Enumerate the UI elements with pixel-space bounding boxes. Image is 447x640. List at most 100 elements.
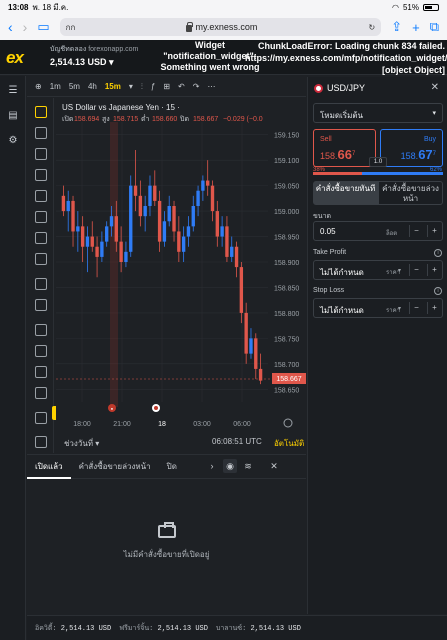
sell-label: Sell xyxy=(320,136,332,143)
volume-field[interactable]: 0.05 ล็อต − + xyxy=(313,221,443,241)
layout-icon[interactable]: ⊞ xyxy=(163,82,170,91)
emoji-icon[interactable] xyxy=(35,253,47,265)
eye-icon[interactable] xyxy=(35,387,47,399)
info-icon[interactable]: i xyxy=(434,287,442,295)
forward-icon[interactable]: › xyxy=(23,19,28,35)
utc-clock[interactable]: 06:08:51 UTC xyxy=(212,437,262,446)
prediction-icon[interactable] xyxy=(35,190,47,202)
settings-icon[interactable]: ⚙ xyxy=(8,136,18,146)
x-tick-label: 18 xyxy=(158,421,166,428)
trash-icon[interactable] xyxy=(35,412,47,424)
brush-icon[interactable] xyxy=(35,211,47,223)
chevron-down-icon[interactable]: ▾ xyxy=(398,305,401,312)
sl-plus-button[interactable]: + xyxy=(427,302,441,314)
trend-line-icon[interactable] xyxy=(35,127,47,139)
balance-label: บาลานซ์: xyxy=(215,624,247,633)
hide-drawings-icon[interactable] xyxy=(35,366,47,378)
mode-select[interactable]: โหมดเริ่มต้น ▾ xyxy=(313,103,443,123)
free-margin: ฟรีมาร์จิ้น: 2,514.13 USD xyxy=(119,623,208,634)
tabs-icon[interactable]: ⧉ xyxy=(430,19,439,35)
undo-icon[interactable]: ↶ xyxy=(178,82,185,91)
fib-icon[interactable] xyxy=(35,148,47,160)
buy-button[interactable]: Buy 158.677 xyxy=(380,129,443,167)
candle-body xyxy=(186,226,191,237)
back-icon[interactable]: ‹ xyxy=(8,19,13,35)
reader-aa[interactable]: กก xyxy=(66,21,76,34)
tab-closed[interactable]: ปิด xyxy=(159,455,185,479)
indicators-icon[interactable]: ƒ xyxy=(151,82,155,91)
chevron-down-icon[interactable]: ▾ xyxy=(129,82,133,91)
more-icon[interactable]: ⋯ xyxy=(207,82,215,91)
candle-body xyxy=(153,185,157,201)
x-tick-label: 06:00 xyxy=(233,421,251,428)
tp-plus-button[interactable]: + xyxy=(427,264,441,276)
chevron-down-icon[interactable]: ▾ xyxy=(398,267,401,274)
lock-draw-icon[interactable] xyxy=(35,345,47,357)
close-panel-icon[interactable]: ✕ xyxy=(267,459,281,473)
tab-open[interactable]: เปิดแล้ว xyxy=(27,455,71,479)
add-indicator-icon[interactable]: ⊕ xyxy=(35,82,42,91)
exness-logo[interactable]: ex xyxy=(6,48,24,68)
layers-icon[interactable]: ≋ xyxy=(241,459,255,473)
tf-5m[interactable]: 5m xyxy=(69,82,80,91)
sell-button[interactable]: Sell 158.667 xyxy=(313,129,376,167)
candle-body xyxy=(167,206,171,222)
take-profit-field[interactable]: ไม่ได้กำหนด ราคา ▾ − + xyxy=(313,260,443,280)
buy-label: Buy xyxy=(423,136,436,143)
flag-icon xyxy=(314,83,323,93)
close-icon[interactable]: ✕ xyxy=(431,82,439,93)
redo-icon[interactable]: ↷ xyxy=(193,82,200,91)
collapse-icon[interactable] xyxy=(35,436,47,448)
ruler-icon[interactable] xyxy=(35,278,47,290)
candles-icon[interactable]: ⫶ xyxy=(141,82,143,92)
chevron-right-icon[interactable]: › xyxy=(205,459,219,473)
wallet-icon[interactable]: ▤ xyxy=(8,111,18,121)
account-info[interactable]: บัญชีทดลอง forexonapp.com xyxy=(50,44,138,55)
sl-minus-button[interactable]: − xyxy=(409,302,423,314)
tp-value[interactable]: ไม่ได้กำหนด xyxy=(320,266,364,279)
new-tab-icon[interactable]: + xyxy=(412,20,420,35)
sl-value[interactable]: ไม่ได้กำหนด xyxy=(320,304,364,317)
tf-4h[interactable]: 4h xyxy=(88,82,97,91)
info-icon[interactable]: i xyxy=(434,249,442,257)
candle-body xyxy=(239,267,244,313)
y-tick-label: 159.100 xyxy=(274,158,299,165)
ohlc-low-value: 158.660 xyxy=(152,116,177,123)
volume-value[interactable]: 0.05 xyxy=(320,227,336,236)
ios-status-bar: 13:08 พ. 18 มี.ค. ◠ 51% xyxy=(0,0,447,14)
volume-minus-button[interactable]: − xyxy=(409,225,423,237)
account-balance[interactable]: 2,514.13 USD ▾ xyxy=(50,57,114,68)
last-price-text: 158.667 xyxy=(276,376,301,383)
crosshair-icon[interactable] xyxy=(35,106,47,118)
menu-icon[interactable]: ☰ xyxy=(8,86,18,96)
tf-15m[interactable]: 15m xyxy=(105,82,121,91)
auto-scale-button[interactable]: อัตโนมัติ xyxy=(274,437,304,450)
y-tick-label: 158.900 xyxy=(274,260,299,267)
left-sidebar: ☰ ▤ ⚙ xyxy=(0,76,26,640)
price-chart[interactable]: 159.150 159.100 159.050 159.000 158.950 158.9… xyxy=(56,98,306,432)
tp-minus-button[interactable]: − xyxy=(409,264,423,276)
share-icon[interactable]: ⇪ xyxy=(391,19,402,35)
magnet-icon[interactable] xyxy=(35,324,47,336)
address-bar[interactable]: กก my.exness.com ↻ xyxy=(59,18,382,36)
buy-price-big: 67 xyxy=(418,147,433,162)
market-order-tab[interactable]: คำสั่งซื้อขายทันที xyxy=(313,181,378,205)
candle-body xyxy=(85,236,90,247)
tab-pending[interactable]: คำสั่งซื้อขายล่วงหน้า xyxy=(71,455,159,479)
date-range-button[interactable]: ช่วงวันที่ ▾ xyxy=(64,437,99,450)
reload-icon[interactable]: ↻ xyxy=(369,23,376,32)
eye-toggle-icon[interactable]: ◉ xyxy=(223,459,237,473)
zoom-icon[interactable] xyxy=(35,299,47,311)
text-icon[interactable] xyxy=(35,232,47,244)
stop-loss-field[interactable]: ไม่ได้กำหนด ราคา ▾ − + xyxy=(313,298,443,318)
tf-1m[interactable]: 1m xyxy=(50,82,61,91)
app-header: ex บัญชีทดลอง forexonapp.com 2,514.13 US… xyxy=(0,40,447,75)
book-icon[interactable]: ▭ xyxy=(37,19,49,35)
candle-body xyxy=(172,206,176,232)
pending-order-tab[interactable]: คำสั่งซื้อขายล่วงหน้า xyxy=(378,181,443,205)
candle-body xyxy=(206,180,210,186)
sell-price-big: 66 xyxy=(337,147,352,162)
volume-plus-button[interactable]: + xyxy=(427,225,441,237)
equity-value: 2,514.13 USD xyxy=(60,624,112,633)
pattern-icon[interactable] xyxy=(35,169,47,181)
